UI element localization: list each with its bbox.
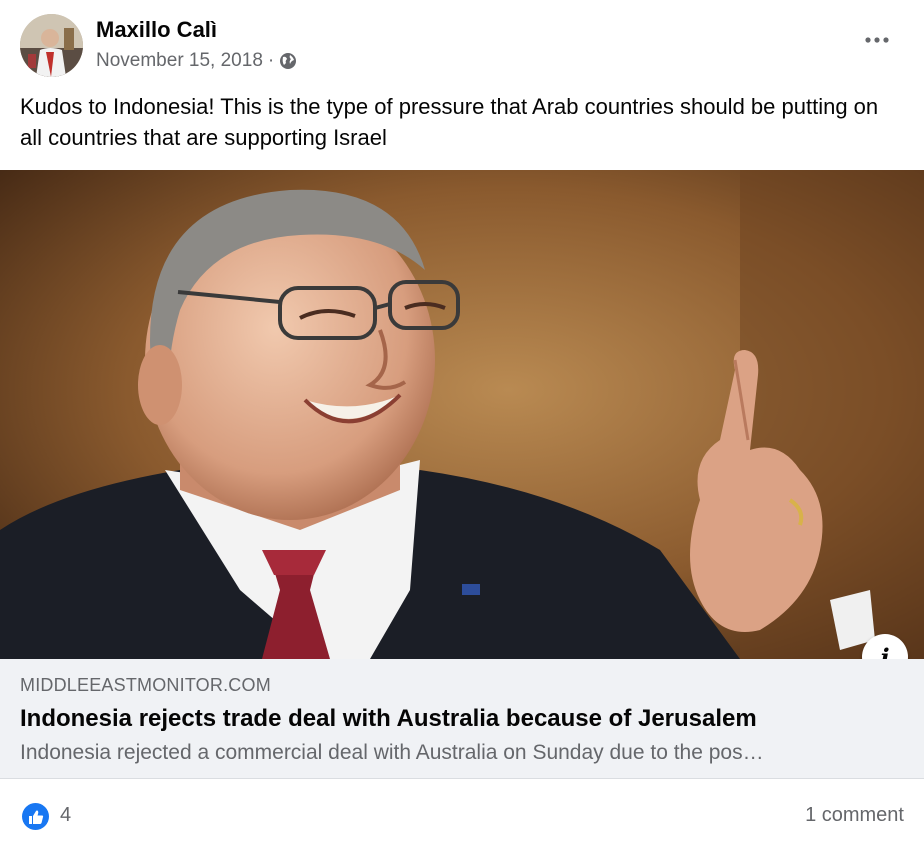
reactions-bar: 4 1 comment (0, 779, 924, 843)
post-text: Kudos to Indonesia! This is the type of … (20, 94, 879, 150)
meta-separator: · (267, 50, 275, 71)
author-avatar[interactable] (20, 14, 83, 77)
globe-icon[interactable] (279, 52, 297, 70)
like-icon[interactable] (22, 803, 49, 830)
post-date[interactable]: November 15, 2018 (96, 50, 263, 72)
post-header: Maxillo Calì November 15, 2018 · (0, 0, 924, 90)
author-name[interactable]: Maxillo Calì (96, 17, 217, 43)
link-description: Indonesia rejected a commercial deal wit… (20, 741, 764, 764)
post-meta: November 15, 2018 · (96, 50, 297, 72)
comment-count[interactable]: 1 comment (805, 804, 904, 827)
link-preview-card[interactable]: MIDDLEEASTMONITOR.COM Indonesia rejects … (0, 659, 924, 779)
more-options-icon[interactable] (862, 28, 892, 52)
like-count[interactable]: 4 (60, 804, 71, 827)
link-title[interactable]: Indonesia rejects trade deal with Austra… (20, 705, 757, 733)
link-domain: MIDDLEEASTMONITOR.COM (20, 675, 271, 695)
link-preview-image[interactable] (0, 170, 924, 659)
